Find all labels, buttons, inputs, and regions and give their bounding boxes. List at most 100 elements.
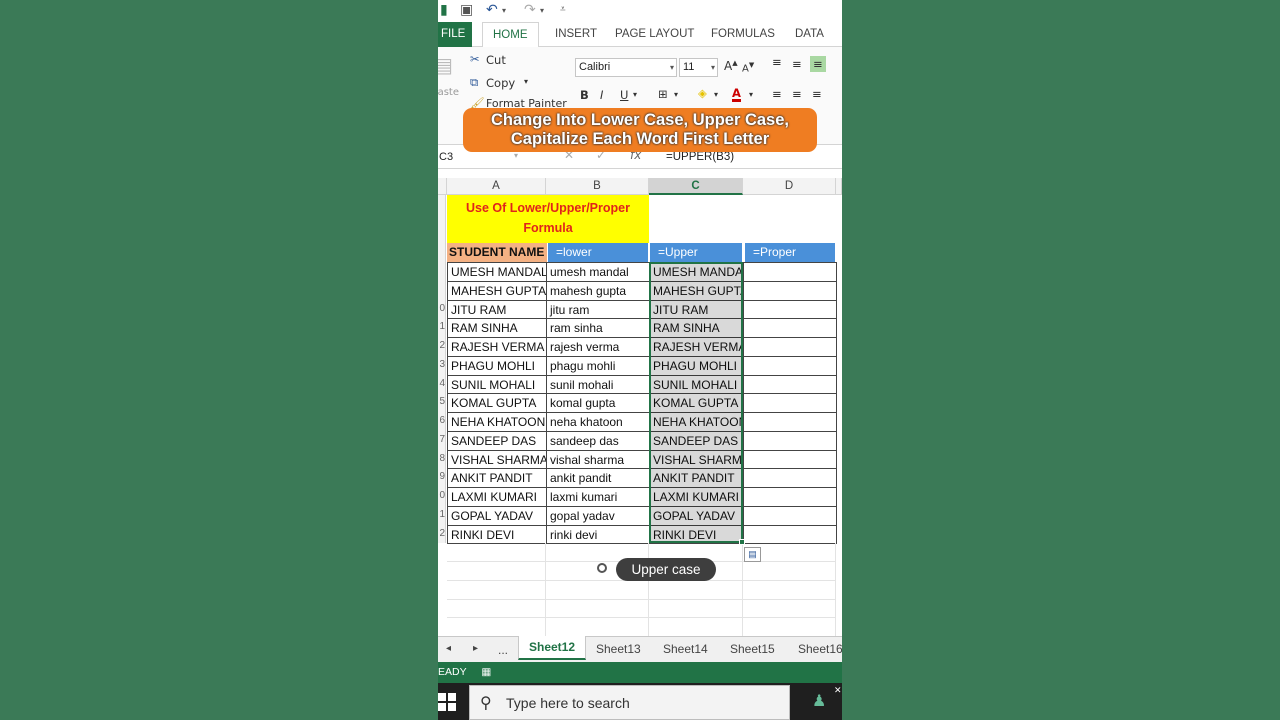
table-cell-name[interactable]: LAXMI KUMARI [447, 487, 547, 507]
spreadsheet-grid[interactable]: A B C D Use Of Lower/Upper/Proper Formul… [438, 178, 842, 636]
column-header-e[interactable] [836, 178, 842, 195]
row-header[interactable]: 9 [438, 468, 446, 487]
empty-cell[interactable] [447, 562, 546, 581]
empty-cell[interactable] [743, 618, 836, 636]
taskbar-search-box[interactable]: ⚲ Type here to search [469, 685, 790, 720]
tab-page-layout[interactable]: PAGE LAYOUT [615, 22, 694, 47]
title-cell[interactable]: Use Of Lower/Upper/Proper Formula [447, 195, 649, 243]
scroll-tabs-left-icon[interactable]: ◂ [446, 643, 451, 654]
tab-insert[interactable]: INSERT [555, 22, 597, 47]
row-header[interactable]: 7 [438, 430, 446, 450]
table-cell-proper[interactable] [743, 430, 837, 451]
column-header-b[interactable]: B [546, 178, 649, 195]
table-cell-name[interactable]: RAM SINHA [447, 318, 547, 338]
tab-file[interactable]: FILE [438, 22, 472, 47]
table-cell-lower[interactable]: ram sinha [546, 318, 650, 338]
column-header-d[interactable]: D [743, 178, 836, 195]
tab-data[interactable]: DATA [795, 22, 824, 47]
font-size-select[interactable]: 11 ▾ [679, 58, 718, 77]
decrease-font-icon[interactable]: A▼ [742, 61, 754, 74]
header-student-name[interactable]: STUDENT NAME [447, 243, 547, 262]
align-center-icon[interactable]: ≡ [792, 87, 802, 101]
copy-button[interactable]: Copy [486, 76, 515, 90]
table-cell-lower[interactable]: gopal yadav [546, 505, 650, 526]
cut-button[interactable]: Cut [486, 53, 506, 67]
table-cell-lower[interactable]: sandeep das [546, 430, 650, 451]
empty-cell[interactable] [743, 562, 836, 581]
redo-icon[interactable]: ↷ [524, 2, 536, 18]
row-header[interactable]: 2 [438, 337, 446, 356]
selected-range-c3-c17[interactable] [649, 262, 743, 543]
table-cell-lower[interactable]: mahesh gupta [546, 280, 650, 301]
row-header[interactable]: 6 [438, 412, 446, 431]
header-upper[interactable]: =Upper [650, 243, 742, 262]
table-cell-lower[interactable]: sunil mohali [546, 374, 650, 395]
table-cell-name[interactable]: ANKIT PANDIT [447, 468, 547, 488]
empty-cell[interactable] [447, 618, 546, 636]
table-cell-lower[interactable]: neha khatoon [546, 412, 650, 432]
more-tabs-button[interactable]: ... [498, 643, 508, 657]
undo-dropdown-icon[interactable]: ▾ [502, 6, 506, 15]
header-lower[interactable]: =lower [548, 243, 648, 262]
align-bottom-icon[interactable]: ≡ [810, 56, 826, 72]
empty-cell[interactable] [546, 599, 649, 619]
close-icon[interactable]: ✕ [834, 685, 842, 696]
quick-analysis-icon[interactable]: ▤ [744, 547, 761, 562]
name-box-dropdown-icon[interactable]: ▾ [514, 151, 518, 160]
table-cell-lower[interactable]: ankit pandit [546, 468, 650, 488]
borders-dropdown-icon[interactable]: ▾ [674, 90, 678, 99]
table-cell-name[interactable]: JITU RAM [447, 299, 547, 320]
table-cell-name[interactable]: KOMAL GUPTA [447, 393, 547, 413]
table-cell-lower[interactable]: umesh mandal [546, 262, 650, 282]
table-cell-name[interactable]: GOPAL YADAV [447, 505, 547, 526]
table-cell-lower[interactable]: komal gupta [546, 393, 650, 413]
table-cell-proper[interactable] [743, 280, 837, 301]
table-cell-proper[interactable] [743, 449, 837, 470]
row-header[interactable] [438, 195, 446, 262]
windows-start-icon[interactable] [438, 693, 456, 711]
row-header[interactable]: 0 [438, 487, 446, 506]
tab-formulas[interactable]: FORMULAS [711, 22, 775, 47]
paste-label[interactable]: Paste [438, 87, 459, 98]
align-middle-icon[interactable]: ≡ [792, 57, 802, 71]
row-header[interactable]: 0 [438, 299, 446, 319]
macro-record-icon[interactable]: ▦ [481, 666, 491, 678]
row-header[interactable] [438, 280, 446, 300]
sheet-tab-sheet15[interactable]: Sheet15 [730, 642, 775, 656]
tab-home[interactable]: HOME [482, 22, 539, 48]
redo-dropdown-icon[interactable]: ▾ [540, 6, 544, 15]
row-header[interactable]: 4 [438, 374, 446, 394]
empty-cell[interactable] [546, 580, 649, 600]
row-header[interactable]: 1 [438, 505, 446, 525]
table-cell-lower[interactable]: jitu ram [546, 299, 650, 320]
table-cell-proper[interactable] [743, 487, 837, 507]
align-left-icon[interactable]: ≡ [772, 87, 782, 101]
empty-cell[interactable] [546, 618, 649, 636]
table-cell-proper[interactable] [743, 355, 837, 376]
underline-button[interactable]: U [620, 88, 628, 102]
table-cell-proper[interactable] [743, 468, 837, 488]
person-icon[interactable]: ♟ [812, 691, 826, 711]
row-header[interactable] [438, 262, 446, 281]
bold-button[interactable]: B [580, 88, 589, 102]
empty-cell[interactable] [649, 599, 743, 619]
increase-font-icon[interactable]: A▲ [724, 59, 738, 73]
table-cell-name[interactable]: RAJESH VERMA [447, 337, 547, 357]
table-cell-name[interactable]: RINKI DEVI [447, 524, 547, 545]
table-cell-proper[interactable] [743, 337, 837, 357]
table-cell-proper[interactable] [743, 505, 837, 526]
empty-cell[interactable] [649, 618, 743, 636]
empty-cell[interactable] [447, 543, 546, 562]
table-cell-lower[interactable]: phagu mohli [546, 355, 650, 376]
row-header[interactable]: 1 [438, 318, 446, 337]
font-color-dropdown-icon[interactable]: ▾ [749, 90, 753, 99]
table-cell-name[interactable]: MAHESH GUPTA [447, 280, 547, 301]
row-header[interactable]: 2 [438, 524, 446, 544]
align-right-icon[interactable]: ≡ [812, 87, 822, 101]
sheet-tab-sheet13[interactable]: Sheet13 [596, 642, 641, 656]
table-cell-lower[interactable]: rinki devi [546, 524, 650, 545]
table-cell-name[interactable]: SANDEEP DAS [447, 430, 547, 451]
table-cell-proper[interactable] [743, 262, 837, 282]
table-cell-proper[interactable] [743, 412, 837, 432]
font-name-select[interactable]: Calibri ▾ [575, 58, 677, 77]
